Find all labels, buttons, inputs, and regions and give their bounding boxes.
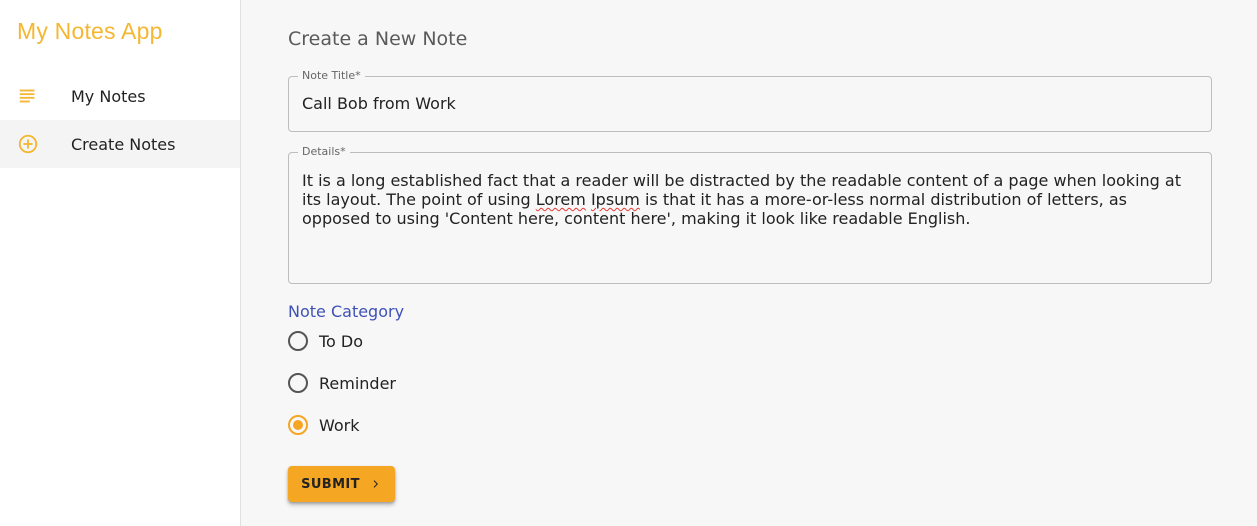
note-title-input[interactable]: Call Bob from Work bbox=[302, 94, 1192, 113]
add-circle-outline-icon bbox=[0, 133, 56, 155]
sidebar-item-label: Create Notes bbox=[71, 134, 176, 154]
sidebar: My Notes App My Notes Create Notes bbox=[0, 0, 241, 526]
sidebar-item-label: My Notes bbox=[71, 86, 146, 106]
radio-option-reminder[interactable]: Reminder bbox=[288, 371, 396, 395]
radio-label: To Do bbox=[319, 331, 364, 351]
chevron-right-icon bbox=[370, 478, 382, 490]
radio-label: Work bbox=[319, 415, 360, 435]
main-content: Create a New Note Note Title* Call Bob f… bbox=[241, 0, 1257, 526]
radio-label: Reminder bbox=[319, 373, 396, 393]
details-field[interactable]: Details* It is a long established fact t… bbox=[288, 145, 1212, 284]
details-textarea[interactable]: It is a long established fact that a rea… bbox=[302, 171, 1192, 228]
sidebar-item-create-notes[interactable]: Create Notes bbox=[0, 120, 240, 168]
app-title: My Notes App bbox=[17, 18, 163, 44]
page-title: Create a New Note bbox=[288, 28, 468, 50]
radio-option-todo[interactable]: To Do bbox=[288, 329, 363, 353]
submit-button[interactable]: SUBMIT bbox=[288, 466, 395, 502]
radio-button[interactable] bbox=[288, 373, 308, 393]
subject-lines-icon bbox=[0, 85, 56, 107]
note-category-label: Note Category bbox=[288, 302, 405, 321]
note-title-field[interactable]: Note Title* Call Bob from Work bbox=[288, 69, 1212, 132]
spellcheck-word: Ipsum bbox=[590, 190, 640, 209]
app-root: My Notes App My Notes Create Notes Creat… bbox=[0, 0, 1257, 526]
submit-label: SUBMIT bbox=[301, 476, 360, 492]
sidebar-item-my-notes[interactable]: My Notes bbox=[0, 72, 240, 120]
note-title-label: Note Title* bbox=[298, 69, 365, 83]
radio-button[interactable] bbox=[288, 331, 308, 351]
radio-button-checked[interactable] bbox=[288, 415, 308, 435]
radio-option-work[interactable]: Work bbox=[288, 413, 360, 437]
details-label: Details* bbox=[298, 145, 350, 159]
spellcheck-word: Lorem bbox=[535, 190, 586, 209]
